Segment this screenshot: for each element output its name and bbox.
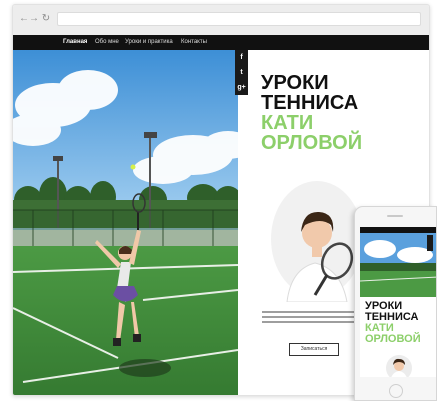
phone-home-button[interactable] [389,384,403,398]
hero-image [13,50,238,395]
social-bar: f t g+ [235,50,248,95]
heading-line-3: КАТИ [261,112,314,134]
phone-mockup: УРОКИ ТЕННИСА КАТИ ОРЛОВОЙ [354,206,437,401]
nav-item-about[interactable]: Обо мне [95,38,119,46]
back-arrow-icon[interactable]: ← [19,13,29,25]
signup-button[interactable]: Записаться [289,343,339,356]
browser-toolbar: ← → ↻ [13,5,429,35]
phone-hero-image [360,233,436,297]
nav-item-contacts[interactable]: Контакты [181,38,207,46]
top-navigation: Главная Обо мне Уроки и практика Контакт… [13,35,429,50]
phone-avatar [386,355,412,377]
google-plus-icon[interactable]: g+ [235,80,248,95]
forward-arrow-icon[interactable]: → [29,13,39,25]
facebook-icon[interactable]: f [235,50,248,65]
tennis-court-photo [13,50,238,395]
twitter-icon[interactable]: t [235,65,248,80]
reload-icon[interactable]: ↻ [41,13,51,25]
heading-line-2: ТЕННИСА [261,92,359,114]
phone-screen: УРОКИ ТЕННИСА КАТИ ОРЛОВОЙ [360,227,436,377]
phone-heading-line-4: ОРЛОВОЙ [365,333,421,345]
heading-line-1: УРОКИ [261,72,329,94]
coach-portrait [265,177,363,303]
phone-speaker [387,215,403,217]
nav-item-home[interactable]: Главная [63,38,87,46]
address-bar[interactable] [57,12,421,26]
heading-line-4: ОРЛОВОЙ [261,132,363,154]
nav-item-lessons[interactable]: Уроки и практика [125,38,173,46]
